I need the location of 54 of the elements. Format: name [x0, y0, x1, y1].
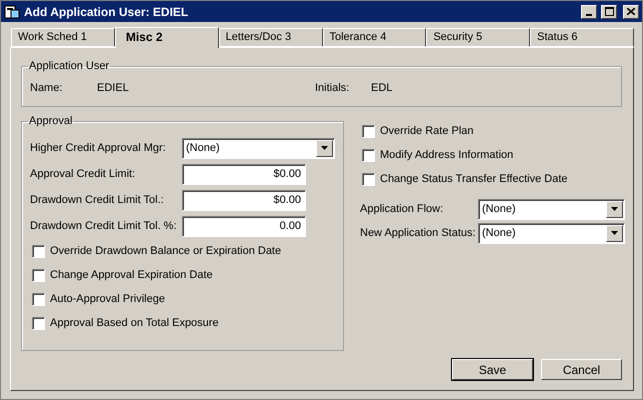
dropdown[interactable]: (None) [182, 138, 335, 158]
field-label: Application Flow: [360, 203, 444, 215]
checkbox-label: Auto-Approval Privilege [50, 293, 165, 305]
checkbox-label: Change Status Transfer Effective Date [380, 173, 568, 185]
caret-icon [321, 146, 328, 150]
minimize-button[interactable] [581, 4, 597, 18]
caret-icon [611, 207, 618, 211]
checkbox[interactable] [362, 148, 375, 162]
field-label: Higher Credit Approval Mgr: [30, 142, 167, 154]
field-label: Initials: [315, 82, 350, 94]
checkbox[interactable] [32, 316, 45, 330]
close-icon [627, 8, 635, 15]
dropdown-button[interactable] [316, 140, 333, 156]
group-title: Application User [28, 60, 110, 72]
tab[interactable]: Status 6 [530, 28, 634, 47]
field-label: New Application Status: [360, 227, 477, 239]
tab[interactable]: Tolerance 4 [322, 28, 426, 47]
window-title: Add Application User: EDIEL [24, 4, 190, 18]
dropdown[interactable]: (None) [478, 198, 625, 220]
field-label: Name: [30, 82, 64, 94]
dialog-button[interactable]: Save [452, 359, 533, 380]
field-label: Drawdown Credit Limit Tol. %: [30, 220, 178, 232]
checkbox-label: Override Drawdown Balance or Expiration Date [50, 245, 282, 257]
field-label: Drawdown Credit Limit Tol.: [30, 194, 165, 206]
group-title: Approval [28, 115, 74, 127]
checkbox[interactable] [32, 292, 45, 306]
checkbox-label: Override Rate Plan [380, 125, 474, 137]
input-field[interactable]: $0.00 [182, 190, 306, 210]
input-field[interactable]: $0.00 [182, 164, 306, 184]
tab[interactable]: Security 5 [426, 28, 530, 47]
dropdown[interactable]: (None) [478, 222, 625, 244]
dropdown-button[interactable] [606, 200, 623, 218]
maximize-icon [604, 7, 614, 16]
checkbox-label: Modify Address Information [380, 149, 514, 161]
checkbox[interactable] [362, 124, 375, 138]
dropdown-button[interactable] [606, 224, 623, 242]
checkbox-label: Change Approval Expiration Date [50, 269, 213, 281]
app-icon [4, 4, 20, 18]
checkbox[interactable] [32, 244, 45, 258]
minimize-icon [586, 14, 592, 16]
maximize-button[interactable] [601, 4, 617, 18]
checkbox-label: Approval Based on Total Exposure [50, 317, 219, 329]
checkbox[interactable] [32, 268, 45, 282]
tab[interactable]: Work Sched 1 [11, 28, 115, 47]
input-field[interactable]: 0.00 [182, 216, 306, 236]
tab[interactable]: Misc 2 [114, 27, 219, 48]
dialog-button[interactable]: Cancel [541, 359, 622, 380]
tab[interactable]: Letters/Doc 3 [218, 28, 322, 47]
checkbox[interactable] [362, 172, 375, 186]
field-label: Approval Credit Limit: [30, 168, 136, 180]
caret-icon [611, 231, 618, 235]
field-value: EDIEL [97, 82, 130, 94]
close-button[interactable] [623, 4, 639, 18]
field-value: EDL [371, 82, 392, 94]
